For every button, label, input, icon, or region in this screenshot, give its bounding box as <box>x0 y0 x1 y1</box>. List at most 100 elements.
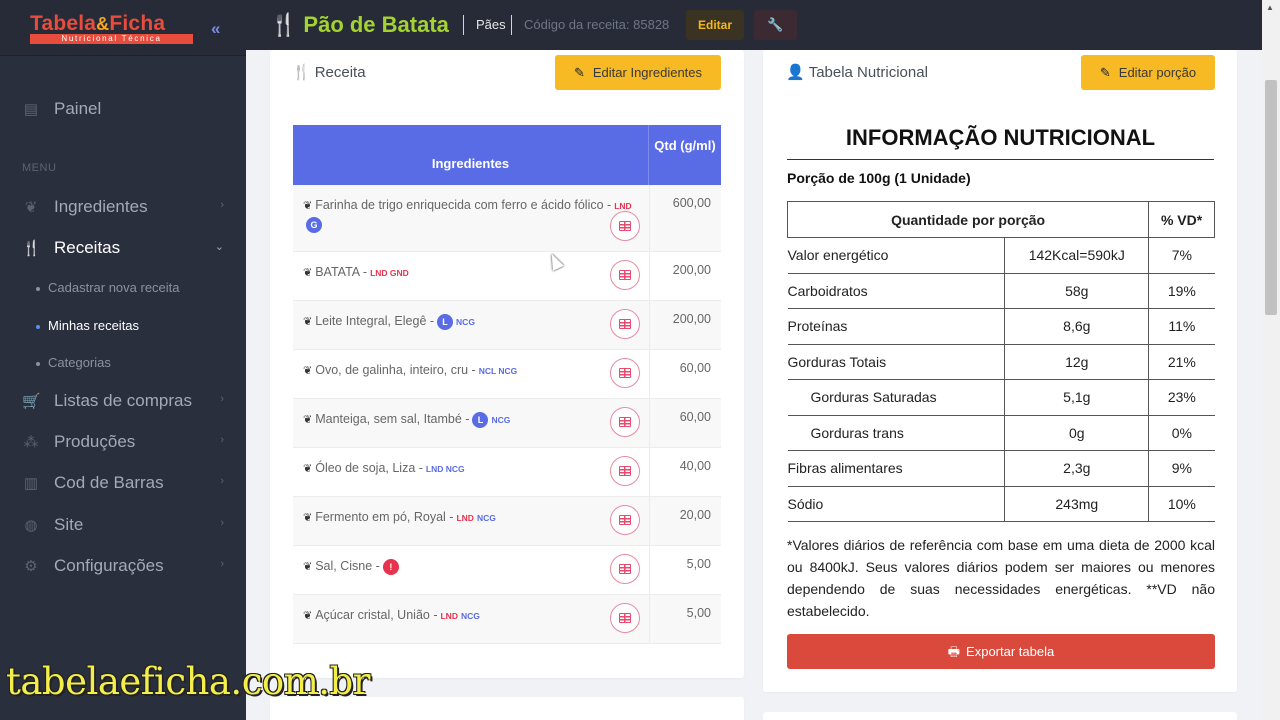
allergen-tag: NCL NCG <box>478 366 518 376</box>
column-header-ingredients: Ingredientes <box>293 125 649 185</box>
nutrient-label: Proteínas <box>787 308 1006 345</box>
allergen-tag: LND <box>614 201 632 211</box>
wrench-button[interactable]: 🔧 <box>754 10 797 40</box>
chevron-right-icon: › <box>220 517 224 529</box>
sidebar-item-ingredientes[interactable]: ❦ Ingredientes › <box>0 187 246 227</box>
ingredients-table: Ingredientes Qtd (g/ml) ❦ Farinha de trig… <box>293 125 721 644</box>
nutrient-value: 142Kcal=590kJ <box>1004 237 1150 274</box>
submenu-cadastrar-receita[interactable]: Cadastrar nova receita <box>36 280 180 295</box>
ingredient-cell: ❦ BATATA - LND GND <box>303 263 643 282</box>
nutrition-table-button[interactable] <box>610 358 640 388</box>
nutrition-table-button[interactable] <box>610 456 640 486</box>
nutrition-table-button[interactable] <box>610 211 640 241</box>
nutrition-card-title: 👤 Tabela Nutricional <box>786 63 928 81</box>
nutrition-table: Quantidade por porção % VD* Valor energé… <box>786 201 1215 522</box>
table-header: Ingredientes Qtd (g/ml) <box>293 125 721 185</box>
table-row: ❦ Sal, Cisne -! 5,00 <box>293 546 721 595</box>
edit-recipe-button[interactable]: Editar <box>686 10 744 40</box>
ingredients-rows: ❦ Farinha de trigo enriquecida com ferro … <box>293 185 721 644</box>
nutrient-value: 8,6g <box>1004 308 1150 345</box>
sidebar-item-configuracoes[interactable]: ⚙ Configurações › <box>0 546 246 586</box>
ingredient-cell: ❦ Fermento em pó, Royal - LND NCG <box>303 508 643 527</box>
button-label: Editar porção <box>1118 65 1197 80</box>
sidebar-item-receitas[interactable]: 🍴 Receitas ⌄ <box>0 228 246 268</box>
chevron-down-icon: ⌄ <box>214 241 224 253</box>
sidebar-item-listas-de-compras[interactable]: 🛒 Listas de compras › <box>0 381 246 421</box>
info-badge[interactable]: G <box>306 216 322 233</box>
sidebar-item-cod-de-barras[interactable]: ▥ Cod de Barras › <box>0 463 246 503</box>
allergen-tag: NCG <box>456 317 475 327</box>
bullet-icon <box>36 324 40 329</box>
edit-ingredients-button[interactable]: ✎ Editar Ingredientes <box>555 55 721 90</box>
nutrition-table-button[interactable] <box>610 260 640 290</box>
table-icon <box>619 319 631 329</box>
table-row: ❦ Farinha de trigo enriquecida com ferro … <box>293 185 721 252</box>
ingredient-cell: ❦ Óleo de soja, Liza - LND NCG <box>303 459 643 478</box>
nutrient-label: Valor energético <box>787 237 1006 274</box>
nutrition-table-button[interactable] <box>610 505 640 535</box>
info-badge[interactable]: ! <box>382 558 399 575</box>
ingredient-cell: ❦ Leite Integral, Elegê - L NCG <box>303 312 643 331</box>
submenu-categorias[interactable]: Categorias <box>36 355 111 370</box>
nutrient-row: Gorduras trans 0g 0% <box>787 414 1215 451</box>
leaf-icon: ❦ <box>24 199 38 216</box>
cart-icon: 🛒 <box>22 393 41 410</box>
sidebar-item-painel[interactable]: ▤ Painel <box>0 89 246 129</box>
nutrition-table-button[interactable] <box>610 554 640 584</box>
sidebar-item-producoes[interactable]: ⁂ Produções › <box>0 422 246 462</box>
column-header-qty: Quantidade por porção <box>786 201 1150 238</box>
ingredient-cell: ❦ Ovo, de galinha, inteiro, cru - NCL NCG <box>303 361 643 380</box>
nutrition-table-button[interactable] <box>610 407 640 437</box>
quantity-cell: 5,00 <box>686 557 711 571</box>
globe-icon: ◍ <box>24 517 38 534</box>
nutrient-value: 2,3g <box>1004 450 1150 487</box>
quantity-cell: 60,00 <box>679 410 711 424</box>
column-header-qty: Qtd (g/ml) <box>654 138 716 153</box>
boxes-icon: ⁂ <box>23 434 39 451</box>
submenu-minhas-receitas[interactable]: Minhas receitas <box>36 318 139 333</box>
quantity-cell: 200,00 <box>672 263 711 277</box>
menu-section-label: MENU <box>22 162 57 174</box>
nutrient-label: Gorduras Totais <box>787 343 1006 380</box>
info-badge[interactable]: L <box>472 411 489 428</box>
info-badge[interactable]: L <box>437 313 454 330</box>
watermark: tabelaeficha.com.br <box>6 660 370 703</box>
scroll-up-icon[interactable]: ▲ <box>1266 3 1274 12</box>
ingredient-name: Leite Integral, Elegê - <box>315 314 435 328</box>
utensils-icon: 🍴 <box>292 64 311 81</box>
allergen-tag: NCG <box>491 415 511 425</box>
collapse-sidebar-icon[interactable]: « <box>211 19 220 39</box>
nutrition-table-button[interactable] <box>610 309 640 339</box>
allergen-tag: LND NCG <box>425 464 465 474</box>
utensils-icon: 🍴 <box>270 12 298 37</box>
nutrient-vd: 10% <box>1148 485 1215 522</box>
leaf-icon: ❦ <box>303 610 313 622</box>
ingredient-name: Óleo de soja, Liza - <box>315 461 423 475</box>
export-table-button[interactable]: 🖶 Exportar tabela <box>787 634 1215 669</box>
logo-title: Tabela&Ficha <box>30 12 166 35</box>
nutrition-table-button[interactable] <box>610 603 640 633</box>
edit-portion-button[interactable]: ✎ Editar porção <box>1081 55 1215 90</box>
leaf-icon: ❦ <box>303 267 313 279</box>
chevron-right-icon: › <box>220 434 224 446</box>
ingredient-name: Manteiga, sem sal, Itambé - <box>315 412 470 426</box>
allergen-tag: LND <box>440 611 458 621</box>
sidebar-item-site[interactable]: ◍ Site › <box>0 505 246 545</box>
leaf-icon: ❦ <box>303 414 313 426</box>
chevron-right-icon: › <box>220 475 224 487</box>
next-card <box>763 712 1237 720</box>
scrollbar-thumb[interactable] <box>1265 80 1277 315</box>
nutrient-value: 243mg <box>1004 485 1150 522</box>
table-icon <box>619 515 631 525</box>
leaf-icon: ❦ <box>303 316 313 328</box>
nutrient-row: Gorduras Totais 12g 21% <box>787 343 1215 380</box>
table-icon <box>619 417 631 427</box>
dashboard-icon: ▤ <box>23 101 39 118</box>
chevron-right-icon: › <box>220 199 224 211</box>
user-icon: 👤 <box>786 64 805 81</box>
wrench-icon: 🔧 <box>767 17 784 32</box>
nutrient-label: Sódio <box>787 485 1006 522</box>
nutrition-heading: INFORMAÇÃO NUTRICIONAL <box>845 125 1156 150</box>
logo[interactable]: Tabela&Ficha Nutricional Técnica « <box>0 0 246 56</box>
nutrient-row: Carboidratos 58g 19% <box>787 272 1215 309</box>
